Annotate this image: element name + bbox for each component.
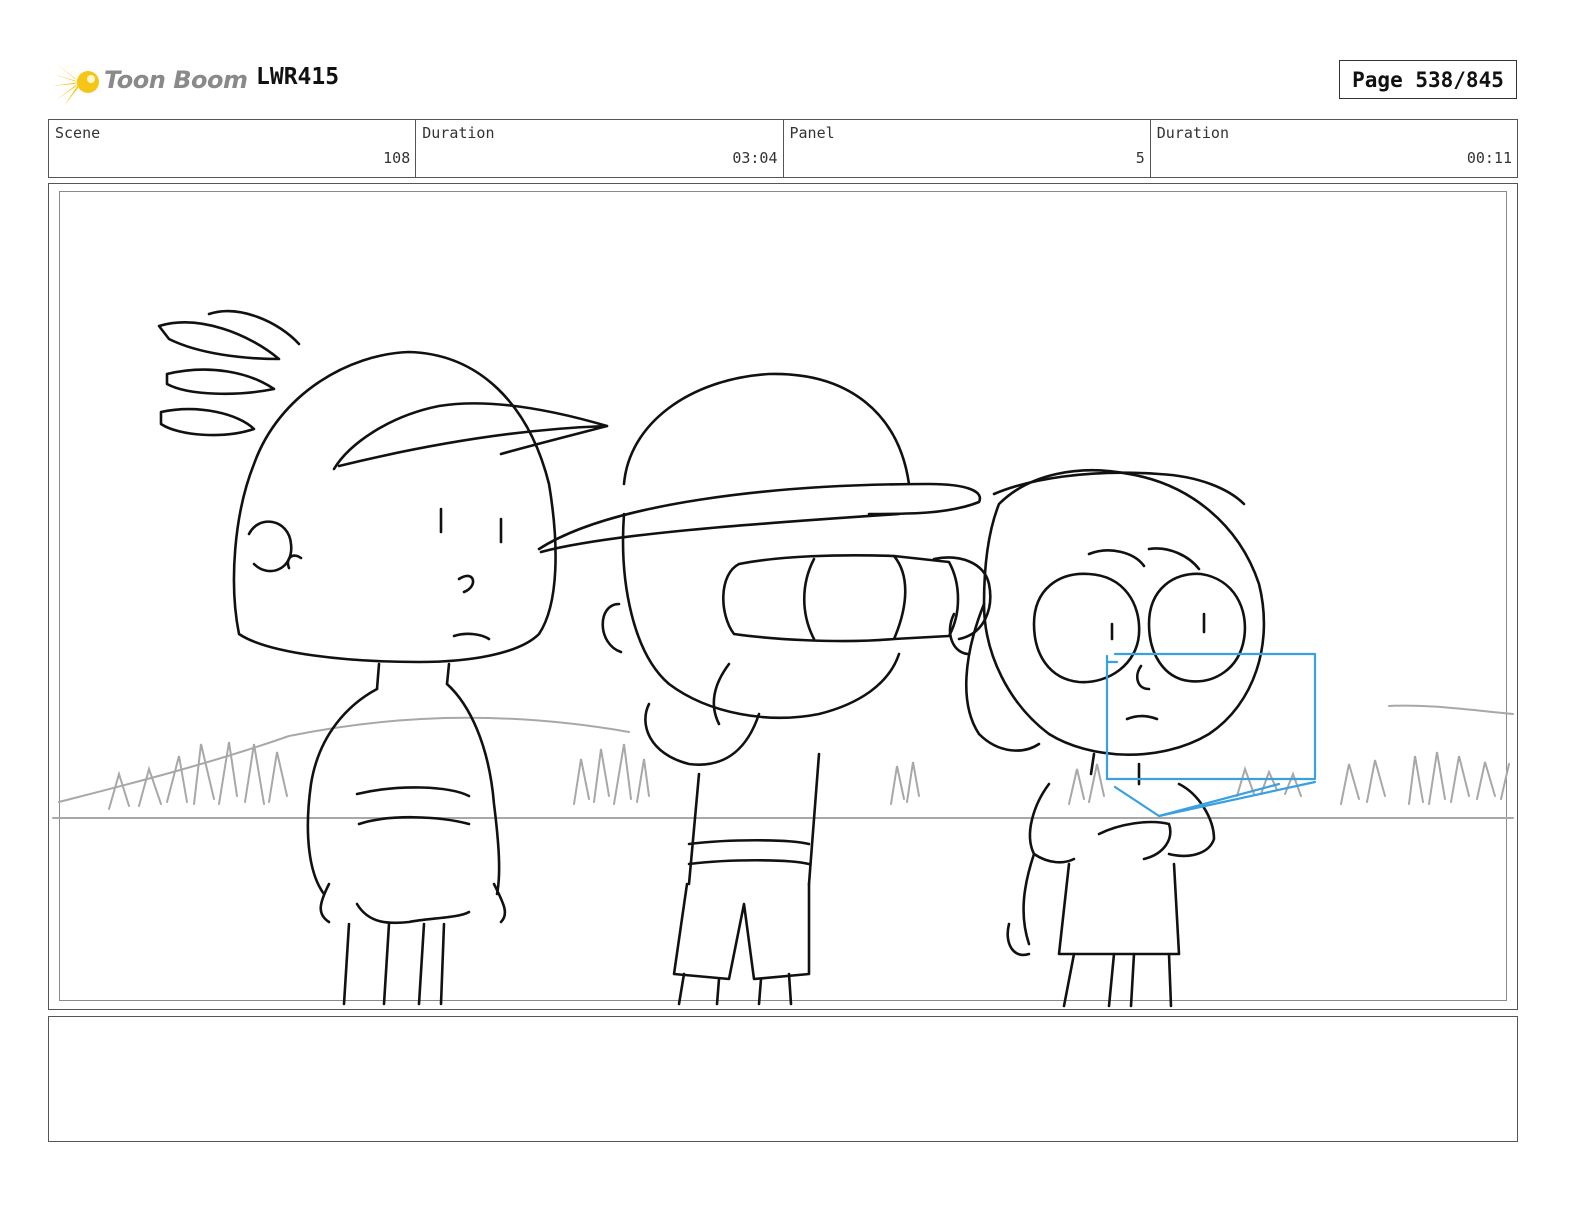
scene-value: 108	[383, 149, 411, 167]
character-left-sketch	[157, 309, 609, 1006]
scene-duration-cell: Duration 03:04	[416, 120, 784, 177]
panel-label: Panel	[789, 124, 835, 142]
panel-cell: Panel 5	[784, 120, 1151, 177]
page-number: Page 538/845	[1339, 60, 1517, 99]
panel-duration-label: Duration	[1156, 124, 1229, 142]
scene-duration-value: 03:04	[732, 149, 778, 167]
scene-cell: Scene 108	[49, 120, 417, 177]
panel-duration-value: 00:11	[1466, 149, 1512, 167]
character-middle-sketch	[537, 372, 992, 1006]
production-code: LWR415	[256, 64, 340, 90]
notes-box	[48, 1016, 1518, 1142]
logo-text: Toon Boom	[104, 66, 248, 94]
panel-value: 5	[1135, 149, 1145, 167]
toon-boom-logo: Toon Boom	[50, 56, 248, 108]
logo-star-icon	[52, 58, 99, 106]
scene-label: Scene	[55, 124, 101, 142]
info-bar: Scene 108 Duration 03:04 Panel 5 Duratio…	[48, 119, 1518, 178]
panel-sketch	[52, 309, 1514, 1008]
storyboard-panel	[48, 183, 1518, 1010]
scene-duration-label: Duration	[422, 124, 495, 142]
background-grass-sketch	[52, 704, 1514, 819]
panel-duration-cell: Duration 00:11	[1151, 120, 1517, 177]
